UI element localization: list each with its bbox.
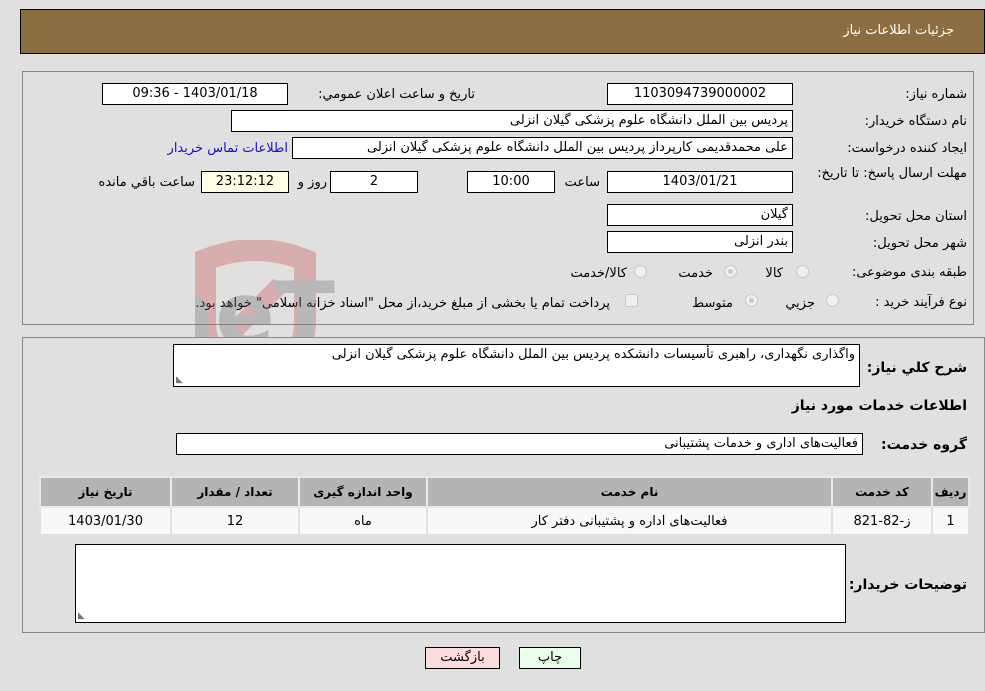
category-label: طبقه بندی موضوعی: <box>851 265 967 280</box>
cell-quantity: 12 <box>170 506 300 536</box>
back-button[interactable]: بازگشت <box>425 647 500 669</box>
category-option-service: خدمت <box>678 266 713 281</box>
need-number-label: شماره نیاز: <box>905 87 967 102</box>
treasury-checkbox[interactable] <box>625 294 638 307</box>
description-textarea[interactable]: واگذاری نگهداری، راهبری تأسیسات دانشکده … <box>173 344 860 387</box>
process-label: نوع فرآیند خرید : <box>875 295 967 310</box>
category-option-goods: کالا <box>765 266 783 281</box>
buyer-contact-link[interactable]: اطلاعات تماس خریدار <box>168 141 288 156</box>
process-radio-minor[interactable] <box>826 294 839 307</box>
category-radio-goods[interactable] <box>796 265 809 278</box>
page-header: جزئیات اطلاعات نیاز <box>20 9 985 54</box>
category-option-goods-service: کالا/خدمت <box>570 266 627 281</box>
services-heading: اطلاعات خدمات مورد نياز <box>791 398 967 414</box>
description-label: شرح کلي نياز: <box>866 360 967 376</box>
col-service-code: کد خدمت <box>831 476 933 508</box>
category-radio-service[interactable] <box>724 265 737 278</box>
deadline-date-field: 1403/01/21 <box>607 171 793 193</box>
city-field: بندر انزلی <box>607 231 793 253</box>
buyer-notes-textarea[interactable]: ◢ <box>75 544 846 623</box>
treasury-note: پرداخت تمام یا بخشی از مبلغ خرید،از محل … <box>195 296 610 311</box>
page-title: جزئیات اطلاعات نیاز <box>843 23 954 38</box>
process-option-medium: متوسط <box>692 296 733 311</box>
description-text: واگذاری نگهداری، راهبری تأسیسات دانشکده … <box>331 347 855 362</box>
col-row-number: رديف <box>931 476 970 508</box>
col-need-date: تاريخ نياز <box>39 476 172 508</box>
buyer-org-label: نام دستگاه خریدار: <box>864 114 967 129</box>
services-table: رديف کد خدمت نام خدمت واحد اندازه گيری ت… <box>39 476 970 536</box>
days-remaining-field: 2 <box>330 171 418 193</box>
col-quantity: تعداد / مقدار <box>170 476 300 508</box>
col-service-name: نام خدمت <box>426 476 833 508</box>
cell-row-number: 1 <box>931 506 970 536</box>
col-unit: واحد اندازه گيری <box>298 476 428 508</box>
time-remaining-label: ساعت باقي مانده <box>98 175 195 190</box>
table-header-row: رديف کد خدمت نام خدمت واحد اندازه گيری ت… <box>39 476 970 508</box>
announce-datetime-field: 1403/01/18 - 09:36 <box>102 83 288 105</box>
creator-field: علی محمدقدیمی کارپرداز پردیس بین الملل د… <box>292 137 793 159</box>
process-option-minor: جزيي <box>785 296 815 311</box>
province-field: گیلان <box>607 204 793 226</box>
cell-need-date: 1403/01/30 <box>39 506 172 536</box>
resize-grip-icon[interactable]: ◢ <box>78 611 85 621</box>
category-radio-goods-service[interactable] <box>634 265 647 278</box>
table-row: 1 ز-82-821 فعالیت‌های اداره و پشتیبانی د… <box>39 506 970 536</box>
cell-service-code: ز-82-821 <box>831 506 933 536</box>
deadline-time-label: ساعت <box>564 175 600 190</box>
creator-label: ایجاد کننده درخواست: <box>847 141 967 156</box>
print-button[interactable]: چاپ <box>519 647 581 669</box>
city-label: شهر محل تحویل: <box>872 236 967 251</box>
cell-unit: ماه <box>298 506 428 536</box>
days-label: روز و <box>297 175 327 190</box>
time-remaining-field: 23:12:12 <box>201 171 289 193</box>
deadline-label: مهلت ارسال پاسخ: تا تاریخ: <box>817 166 967 181</box>
buyer-org-field: پردیس بین الملل دانشگاه علوم پزشکی گیلان… <box>231 110 793 132</box>
province-label: استان محل تحویل: <box>865 209 967 224</box>
process-radio-medium[interactable] <box>745 294 758 307</box>
need-number-field: 1103094739000002 <box>607 83 793 105</box>
resize-grip-icon[interactable]: ◢ <box>176 375 183 385</box>
cell-service-name: فعالیت‌های اداره و پشتیبانی دفتر کار <box>426 506 833 536</box>
announce-label: تاريخ و ساعت اعلان عمومي: <box>318 87 475 102</box>
service-group-label: گروه خدمت: <box>881 437 967 453</box>
buyer-notes-label: توضيحات خريدار: <box>848 577 967 593</box>
service-group-field: فعالیت‌های اداری و خدمات پشتیبانی <box>176 433 863 455</box>
deadline-time-field: 10:00 <box>467 171 555 193</box>
